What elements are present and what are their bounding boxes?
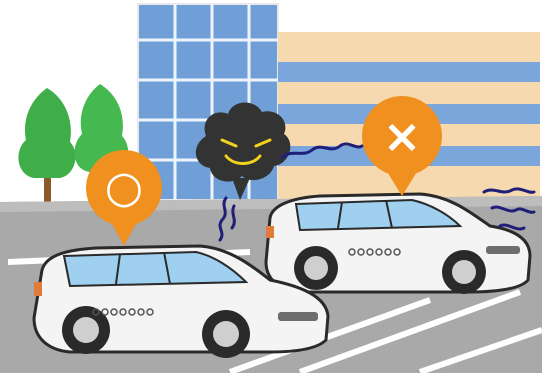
ok-symbol: ○ [105,162,143,213]
tree-left [18,88,76,178]
parking-lot-illustration: ○ × [0,3,542,373]
background-buildings [137,3,540,202]
ng-symbol: × [383,109,422,163]
